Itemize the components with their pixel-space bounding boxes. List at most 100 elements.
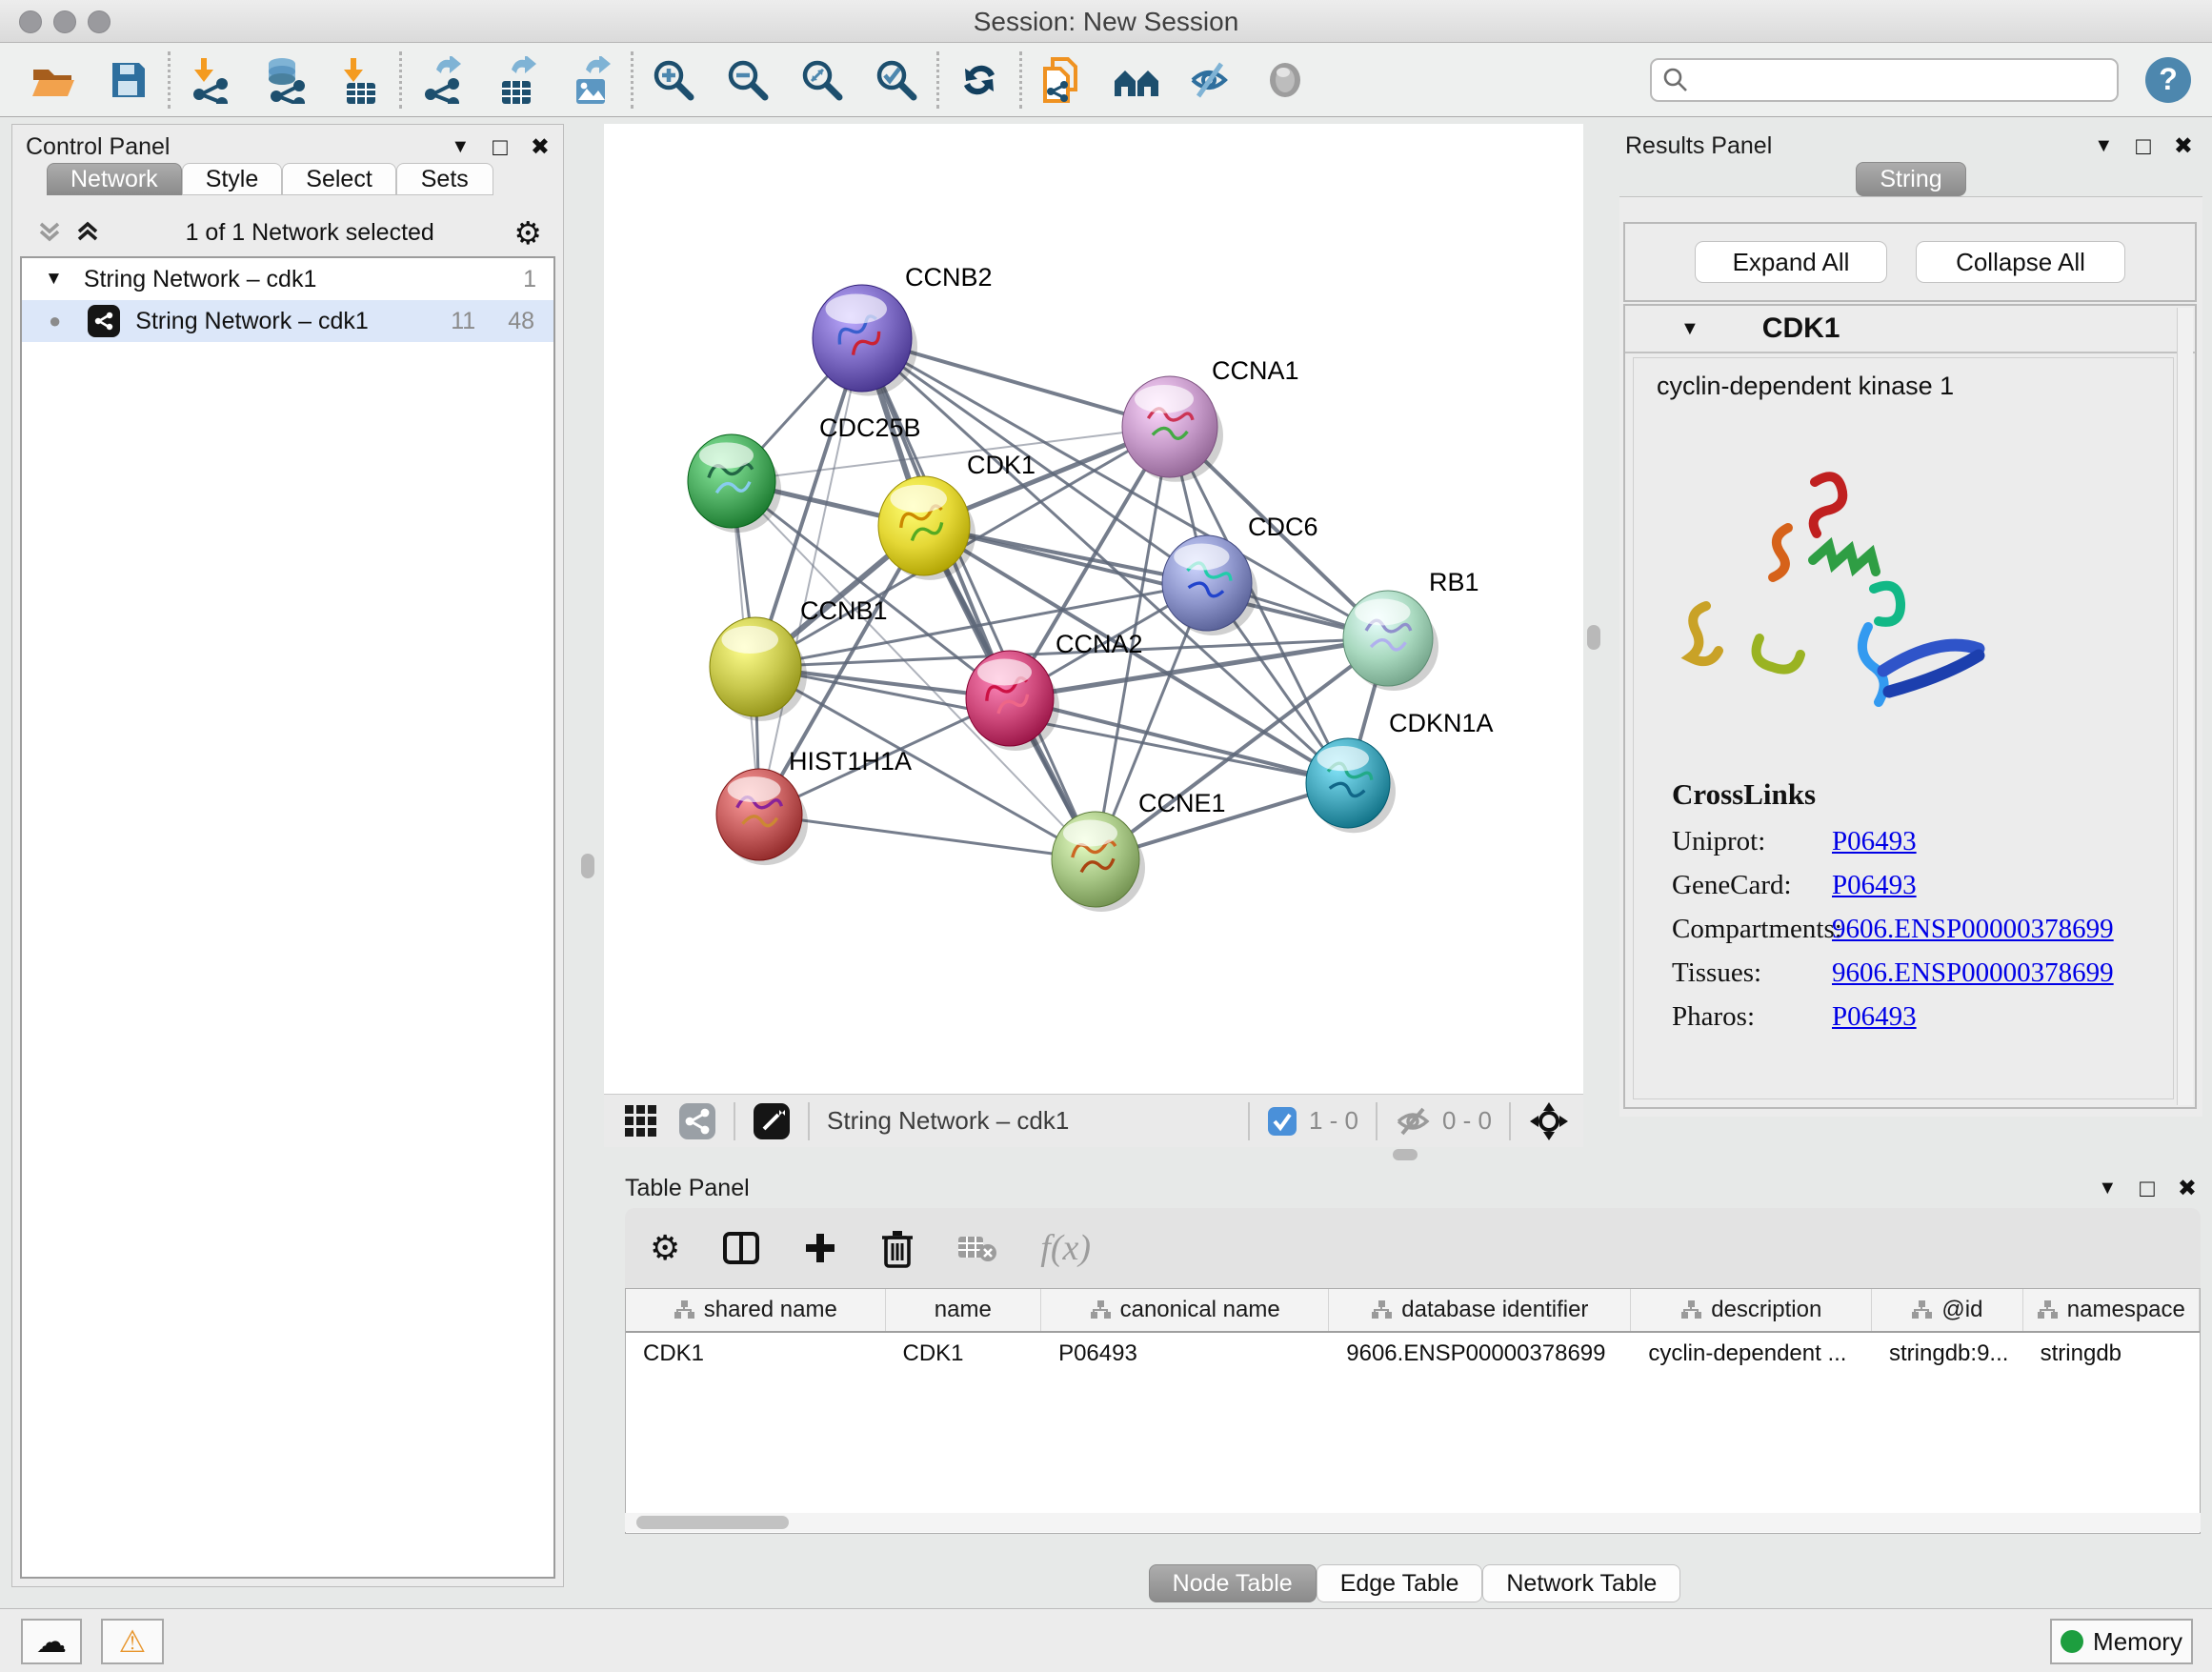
detach-view-icon[interactable] xyxy=(753,1102,791,1140)
table-cell[interactable]: 9606.ENSP00000378699 xyxy=(1329,1333,1631,1375)
zoom-out-icon[interactable] xyxy=(723,55,773,105)
ribbon-segment xyxy=(1813,546,1876,572)
panel-float-icon[interactable]: □ xyxy=(2140,1178,2155,1198)
tab-select[interactable]: Select xyxy=(282,163,395,195)
collapse-all-button[interactable]: Collapse All xyxy=(1916,241,2125,283)
table-cell[interactable]: CDK1 xyxy=(886,1333,1042,1375)
table-cell[interactable]: CDK1 xyxy=(626,1333,886,1375)
memory-button[interactable]: Memory xyxy=(2050,1619,2193,1664)
tab-style[interactable]: Style xyxy=(182,163,283,195)
cloud-status-button[interactable]: ☁ xyxy=(21,1619,82,1664)
column-header-name[interactable]: name xyxy=(886,1289,1042,1331)
export-table-icon[interactable] xyxy=(492,55,541,105)
apply-layout-icon[interactable] xyxy=(955,55,1004,105)
panel-menu-icon[interactable]: ▼ xyxy=(2094,135,2113,157)
crosslink-link[interactable]: 9606.ENSP00000378699 xyxy=(1832,914,2114,945)
import-network-database-icon[interactable] xyxy=(260,55,310,105)
save-session-icon[interactable] xyxy=(103,55,152,105)
column-header-namespace[interactable]: namespace xyxy=(2023,1289,2200,1331)
node-label-CCNB2: CCNB2 xyxy=(905,263,993,292)
collection-disclosure-icon[interactable]: ▼ xyxy=(45,269,63,290)
panel-float-icon[interactable]: □ xyxy=(493,137,508,156)
selected-checkbox-icon[interactable] xyxy=(1267,1106,1297,1137)
node-label-CDKN1A: CDKN1A xyxy=(1389,709,1494,737)
node-gloss xyxy=(826,294,887,324)
results-scrollbar[interactable] xyxy=(2177,308,2193,1105)
search-input[interactable] xyxy=(1650,58,2119,102)
panel-close-icon[interactable]: ✖ xyxy=(2174,132,2193,160)
network-options-gear-icon[interactable]: ⚙ xyxy=(513,214,542,252)
tab-network[interactable]: Network xyxy=(47,163,182,195)
crosslink-link[interactable]: 9606.ENSP00000378699 xyxy=(1832,957,2114,989)
export-network-icon[interactable] xyxy=(417,55,467,105)
panel-close-icon[interactable]: ✖ xyxy=(531,133,550,161)
table-row[interactable]: CDK1CDK1P064939606.ENSP00000378699cyclin… xyxy=(626,1333,2200,1375)
edge-HIST1H1A-CCNE1[interactable] xyxy=(759,815,1096,859)
section-disclosure-icon[interactable]: ▼ xyxy=(1680,318,1699,340)
left-splitter-handle[interactable] xyxy=(581,854,594,878)
delete-column-icon[interactable] xyxy=(880,1228,915,1268)
crosslink-link[interactable]: P06493 xyxy=(1832,870,1917,901)
expand-all-button[interactable]: Expand All xyxy=(1695,241,1887,283)
network-collection-row[interactable]: ▼ String Network – cdk1 1 xyxy=(22,258,553,300)
zoom-fit-icon[interactable] xyxy=(797,55,847,105)
birdseye-navigator-icon[interactable] xyxy=(1528,1100,1570,1142)
network-view-canvas[interactable]: CCNB2CCNA1CDC25BCDK1CDC6RB1CCNB1CCNA2CDK… xyxy=(604,124,1583,1094)
table-options-gear-icon[interactable]: ⚙ xyxy=(650,1228,680,1268)
string-network-graph[interactable]: CCNB2CCNA1CDC25BCDK1CDC6RB1CCNB1CCNA2CDK… xyxy=(604,124,1583,1094)
column-header-database-identifier[interactable]: database identifier xyxy=(1329,1289,1631,1331)
import-network-file-icon[interactable] xyxy=(186,55,235,105)
zoom-in-icon[interactable] xyxy=(649,55,698,105)
column-header-shared-name[interactable]: shared name xyxy=(626,1289,886,1331)
table-hscrollbar[interactable] xyxy=(625,1513,2201,1532)
table-cell[interactable]: stringdb:9... xyxy=(1872,1333,2023,1375)
column-header-canonical-name[interactable]: canonical name xyxy=(1041,1289,1329,1331)
column-header-description[interactable]: description xyxy=(1631,1289,1872,1331)
zoom-selected-icon[interactable] xyxy=(872,55,921,105)
function-builder-icon[interactable]: f(x) xyxy=(1040,1227,1091,1269)
expand-all-networks-icon[interactable] xyxy=(35,218,68,247)
table-cell[interactable]: P06493 xyxy=(1041,1333,1329,1375)
warnings-button[interactable]: ⚠ xyxy=(101,1619,164,1664)
node-gloss xyxy=(977,659,1032,686)
show-columns-icon[interactable] xyxy=(722,1229,760,1267)
node-attribute-table[interactable]: shared namenamecanonical namedatabase id… xyxy=(625,1288,2201,1534)
tab-network-table[interactable]: Network Table xyxy=(1482,1564,1680,1602)
crosslink-link[interactable]: P06493 xyxy=(1832,1001,1917,1033)
tab-node-table[interactable]: Node Table xyxy=(1149,1564,1317,1602)
hide-selected-icon[interactable] xyxy=(1186,55,1236,105)
show-all-icon[interactable] xyxy=(1260,55,1310,105)
table-cell[interactable]: cyclin-dependent ... xyxy=(1631,1333,1872,1375)
collapse-all-networks-icon[interactable] xyxy=(73,218,106,247)
node-section-header[interactable]: ▼ CDK1 xyxy=(1625,306,2195,353)
hidden-eye-icon[interactable] xyxy=(1395,1105,1433,1138)
bottom-splitter-handle[interactable] xyxy=(1393,1149,1418,1160)
panel-menu-icon[interactable]: ▼ xyxy=(451,136,470,158)
tab-string[interactable]: String xyxy=(1856,162,1965,196)
network-view-type-icon[interactable] xyxy=(678,1102,716,1140)
export-image-icon[interactable] xyxy=(566,55,615,105)
tab-edge-table[interactable]: Edge Table xyxy=(1317,1564,1483,1602)
column-header-@id[interactable]: @id xyxy=(1872,1289,2023,1331)
crosslink-link[interactable]: P06493 xyxy=(1832,826,1917,857)
column-header-label: description xyxy=(1711,1297,1821,1323)
column-network-icon xyxy=(674,1299,694,1320)
help-icon[interactable]: ? xyxy=(2145,57,2191,103)
panel-menu-icon[interactable]: ▼ xyxy=(2098,1178,2117,1199)
new-network-from-selection-icon[interactable] xyxy=(1037,55,1087,105)
import-table-file-icon[interactable] xyxy=(334,55,384,105)
table-cell[interactable]: stringdb xyxy=(2023,1333,2200,1375)
delete-table-icon[interactable] xyxy=(956,1231,998,1265)
create-column-icon[interactable] xyxy=(802,1230,838,1266)
panel-float-icon[interactable]: □ xyxy=(2136,136,2151,155)
network-selection-status: 1 of 1 Network selected xyxy=(106,219,513,247)
open-session-icon[interactable] xyxy=(29,55,78,105)
first-neighbors-icon[interactable] xyxy=(1112,55,1161,105)
edge-CCNB2-HIST1H1A[interactable] xyxy=(759,338,862,815)
grid-view-icon[interactable] xyxy=(623,1103,659,1139)
right-splitter-handle[interactable] xyxy=(1587,625,1600,650)
table-hscrollbar-thumb[interactable] xyxy=(636,1516,789,1529)
network-row-selected[interactable]: ● String Network – cdk1 11 48 xyxy=(22,300,553,342)
tab-sets[interactable]: Sets xyxy=(396,163,493,195)
panel-close-icon[interactable]: ✖ xyxy=(2178,1175,2197,1202)
